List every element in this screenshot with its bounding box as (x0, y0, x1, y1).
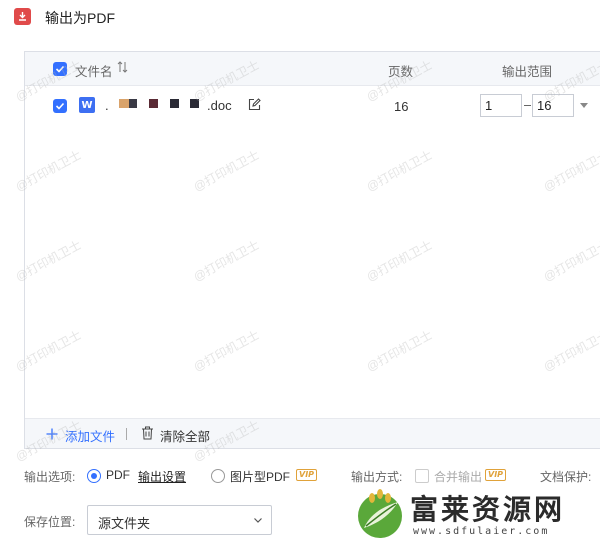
trash-icon (142, 426, 153, 440)
image-pdf-radio[interactable] (211, 469, 225, 483)
output-settings-link[interactable]: 输出设置 (138, 468, 186, 485)
plus-icon (46, 428, 58, 440)
select-all-checkbox[interactable] (53, 62, 67, 76)
range-to-input[interactable]: 16 (532, 94, 574, 117)
redacted-block (119, 99, 129, 108)
word-doc-icon: W (79, 97, 95, 113)
redacted-block (149, 99, 158, 108)
filename-column-header[interactable]: 文件名 (75, 61, 113, 80)
pdf-radio[interactable] (87, 469, 101, 483)
table-header: 文件名 页数 输出范围 (25, 52, 600, 86)
output-option-label: 输出选项: (24, 470, 76, 484)
vip-badge: VIP (296, 469, 318, 481)
range-separator (524, 105, 531, 106)
site-logo: 富莱资源网 www.sdfulaier.com (350, 484, 600, 545)
sort-icon[interactable] (117, 60, 129, 74)
title-bar: 输出为PDF (0, 0, 600, 34)
range-from-input[interactable]: 1 (480, 94, 522, 117)
save-location-label: 保存位置: (24, 515, 76, 529)
add-file-button[interactable]: 添加文件 (65, 426, 115, 445)
range-column-header: 输出范围 (502, 65, 553, 79)
edit-icon[interactable] (248, 98, 261, 111)
redacted-block (190, 99, 199, 108)
filename-prefix: . (105, 98, 109, 113)
vip-badge: VIP (485, 469, 507, 481)
pdf-app-icon (14, 8, 34, 26)
save-location-select[interactable]: 源文件夹 (87, 505, 272, 535)
pages-column-header: 页数 (388, 65, 414, 79)
output-mode-label: 输出方式: (351, 470, 403, 484)
redacted-block (170, 99, 179, 108)
merge-output-checkbox[interactable] (415, 469, 429, 483)
redacted-block (129, 99, 137, 108)
doc-protect-label: 文档保护: (540, 470, 592, 484)
clear-all-button[interactable]: 清除全部 (160, 426, 210, 445)
logo-url: www.sdfulaier.com (413, 526, 550, 537)
merge-output-label[interactable]: 合并输出 (434, 468, 482, 485)
window-title: 输出为PDF (45, 10, 115, 26)
wheat-leaf-icon (358, 489, 402, 538)
pdf-radio-label[interactable]: PDF (106, 468, 130, 482)
table-row: W . .doc 16 1 16 (25, 88, 600, 126)
divider (126, 428, 127, 440)
range-dropdown-arrow-icon[interactable] (580, 103, 588, 108)
save-location-value: 源文件夹 (98, 516, 151, 531)
page-count: 16 (394, 99, 409, 114)
file-list-footer: 添加文件 清除全部 (25, 418, 600, 448)
row-checkbox[interactable] (53, 99, 67, 113)
chevron-down-icon (254, 518, 262, 523)
image-pdf-label[interactable]: 图片型PDF (230, 468, 290, 485)
file-list-panel: 文件名 页数 输出范围 W . .doc 16 1 16 添加文件 清除全部 (24, 51, 600, 449)
logo-name: 富莱资源网 (410, 493, 566, 526)
filename-ext: .doc (207, 98, 232, 113)
